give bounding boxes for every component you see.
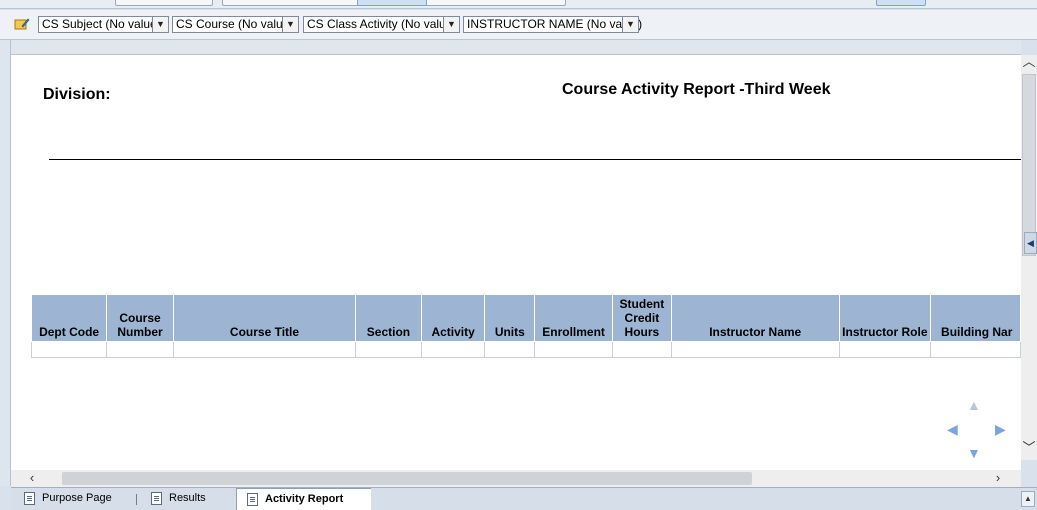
prompt-label: CS Course (No value) [176, 17, 294, 31]
table-cell [106, 341, 174, 358]
side-panel-collapse-button[interactable]: ◀ [1024, 232, 1037, 254]
tab-activity-report[interactable]: Activity Report [236, 488, 371, 510]
table-header-row: Dept Code Course Number Course Title Sec… [30, 294, 1021, 342]
report-viewer-window: CS Subject (No value) ▼ CS Course (No va… [0, 0, 1037, 510]
vertical-scrollbar-thumb[interactable] [1022, 74, 1036, 256]
scroll-left-icon[interactable]: ‹ [24, 470, 40, 486]
table-cell [611, 341, 672, 358]
table-cell [930, 341, 1021, 358]
prompt-bar: CS Subject (No value) ▼ CS Course (No va… [0, 10, 1037, 40]
table-row [30, 341, 1021, 358]
toolbar-active-button[interactable] [357, 0, 427, 6]
prompt-instructor-name[interactable]: INSTRUCTOR NAME (No value) ▼ [463, 16, 643, 33]
table-cell [838, 341, 932, 358]
chevron-down-icon[interactable]: ▼ [443, 16, 460, 33]
prompt-cs-class-activity[interactable]: CS Class Activity (No value) ▼ [303, 16, 460, 33]
column-header-student-credit-hours[interactable]: Student Credit Hours [611, 294, 672, 342]
report-title: Course Activity Report -Third Week [562, 81, 831, 98]
nav-left-arrow-icon[interactable]: ◀ [947, 421, 958, 438]
report-ruler [11, 40, 1021, 55]
tab-results[interactable]: Results [141, 488, 206, 510]
toolbar-button[interactable] [876, 0, 926, 6]
table-cell [420, 341, 486, 358]
tab-purpose-page[interactable]: Purpose Page [14, 488, 112, 510]
tab-label: Purpose Page [42, 492, 112, 504]
nav-right-arrow-icon[interactable]: ▶ [995, 421, 1006, 438]
table-cell [534, 341, 613, 358]
table-cell [484, 341, 536, 358]
prompt-label: CS Subject (No value) [42, 17, 161, 31]
tab-label: Results [169, 492, 206, 504]
chevron-down-icon[interactable]: ▼ [282, 16, 299, 33]
prompt-label: INSTRUCTOR NAME (No value) [467, 17, 643, 31]
column-header-instructor-name[interactable]: Instructor Name [670, 294, 840, 342]
toolbar-button-group[interactable] [115, 0, 213, 6]
document-icon [247, 493, 258, 506]
column-header-activity[interactable]: Activity [420, 294, 486, 342]
table-cell [30, 341, 108, 358]
scroll-up-icon[interactable]: ︿ [1021, 54, 1037, 70]
column-header-units[interactable]: Units [484, 294, 536, 342]
edit-prompts-icon[interactable] [14, 17, 30, 31]
table-cell [355, 341, 422, 358]
nav-up-arrow-icon[interactable]: ▲ [967, 397, 981, 413]
scroll-down-icon[interactable]: ﹀ [1021, 440, 1037, 456]
nav-down-arrow-icon[interactable]: ▼ [967, 445, 981, 461]
scroll-right-icon[interactable]: › [990, 470, 1006, 486]
column-header-instructor-role[interactable]: Instructor Role [838, 294, 932, 342]
column-header-section[interactable]: Section [355, 294, 422, 342]
report-page: Division: Course Activity Report -Third … [11, 55, 1021, 470]
column-header-course-number[interactable]: Course Number [106, 294, 174, 342]
left-panel-gutter [0, 40, 11, 486]
prompt-cs-subject[interactable]: CS Subject (No value) ▼ [38, 16, 169, 33]
column-header-building-name[interactable]: Building Nar [930, 294, 1021, 342]
report-table: Dept Code Course Number Course Title Sec… [30, 294, 1021, 358]
column-header-dept-code[interactable]: Dept Code [30, 294, 108, 342]
prompt-cs-course[interactable]: CS Course (No value) ▼ [172, 16, 299, 33]
tab-scroll-up-icon[interactable]: ▲ [1021, 491, 1035, 507]
horizontal-scrollbar-thumb[interactable] [62, 472, 752, 485]
column-header-enrollment[interactable]: Enrollment [534, 294, 613, 342]
document-icon [151, 492, 162, 505]
prompt-label: CS Class Activity (No value) [307, 17, 457, 31]
main-toolbar [0, 0, 1037, 9]
tab-separator [136, 494, 137, 505]
division-label: Division: [43, 86, 111, 103]
divider [49, 159, 1021, 160]
chevron-down-icon[interactable]: ▼ [622, 16, 639, 33]
tab-label: Activity Report [265, 493, 344, 505]
column-header-course-title[interactable]: Course Title [172, 294, 357, 342]
chevron-down-icon[interactable]: ▼ [152, 16, 169, 33]
report-tab-bar: Purpose Page Results Activity Report ▲ [11, 487, 1037, 510]
table-cell [670, 341, 840, 358]
table-cell [172, 341, 357, 358]
document-icon [24, 492, 35, 505]
